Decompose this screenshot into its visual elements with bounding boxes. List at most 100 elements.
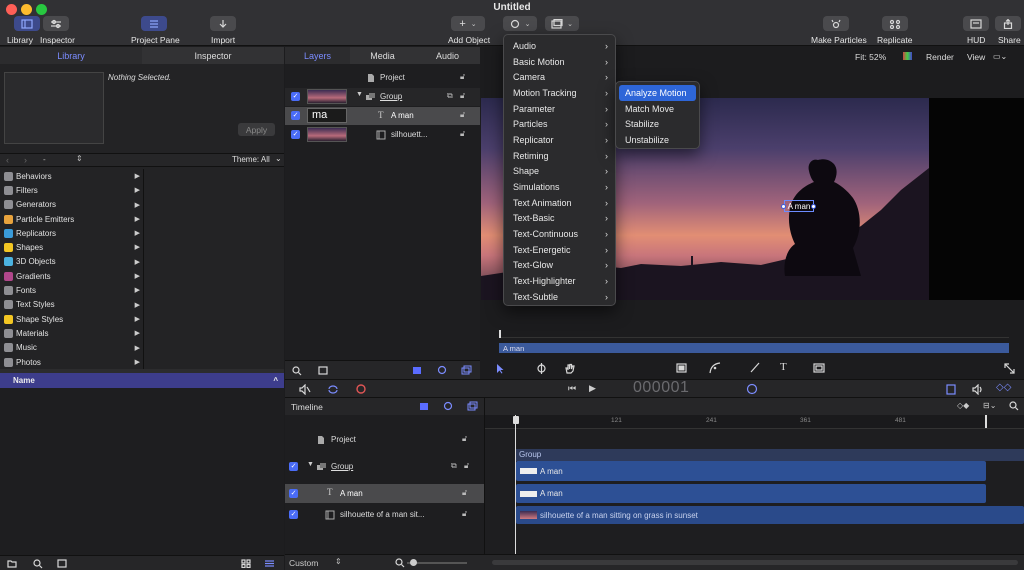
library-category-particle-emitters[interactable]: Particle Emitters ▶	[0, 212, 143, 226]
back-icon[interactable]: ‹	[6, 155, 9, 165]
keyframe-icon[interactable]: ◇◆	[957, 401, 969, 410]
folder-icon[interactable]	[7, 559, 17, 568]
timeline-text-bar-2[interactable]: A man	[516, 484, 986, 503]
library-category-text-styles[interactable]: Text Styles ▶	[0, 298, 143, 312]
library-category-behaviors[interactable]: Behaviors ▶	[0, 169, 143, 183]
mini-timeline-ruler[interactable]	[499, 330, 1009, 338]
stepper-icon[interactable]: ⇕	[335, 557, 342, 566]
menu-item-text-continuous[interactable]: Text-Continuous ›	[504, 226, 615, 242]
lock-icon[interactable]: 🔓︎	[462, 509, 467, 519]
select-arrow-icon[interactable]	[495, 363, 505, 374]
hand-icon[interactable]	[564, 363, 575, 374]
add-object-button[interactable]: + ⌄	[451, 16, 485, 31]
timer-icon[interactable]	[746, 383, 758, 395]
playhead-handle[interactable]	[513, 416, 519, 424]
library-category-materials[interactable]: Materials ▶	[0, 326, 143, 340]
audio-mute-icon[interactable]	[299, 384, 311, 395]
anchor-icon[interactable]	[536, 363, 547, 374]
film-strip-icon[interactable]	[946, 384, 956, 395]
disclosure-triangle-icon[interactable]: ▼	[307, 461, 314, 468]
zoom-out-icon[interactable]	[395, 558, 405, 568]
track-row-text[interactable]: ✓ T A man 🔓︎	[285, 484, 484, 503]
track-row-project[interactable]: Project 🔓︎	[285, 431, 484, 449]
menu-item-retiming[interactable]: Retiming ›	[504, 148, 615, 164]
library-category-photos[interactable]: Photos ▶	[0, 355, 143, 369]
lock-icon[interactable]: 🔓︎	[464, 461, 469, 471]
disclosure-triangle-icon[interactable]: ▼	[356, 91, 363, 98]
make-particles-button[interactable]	[823, 16, 849, 31]
menu-item-text-energetic[interactable]: Text-Energetic ›	[504, 242, 615, 258]
tab-library[interactable]: Library	[0, 47, 142, 64]
zoom-icon[interactable]	[1009, 401, 1019, 411]
zoom-slider-knob[interactable]	[410, 559, 417, 566]
theme-selector[interactable]: Theme: All	[232, 155, 270, 164]
paint-stroke-icon[interactable]	[749, 362, 760, 373]
add-behavior-button[interactable]: ⌄	[503, 16, 537, 31]
name-column-header[interactable]: Name ^	[0, 373, 284, 388]
library-category-filters[interactable]: Filters ▶	[0, 183, 143, 197]
menu-item-basic-motion[interactable]: Basic Motion ›	[504, 54, 615, 70]
checker-icon[interactable]	[419, 402, 429, 411]
lock-icon[interactable]: 🔓︎	[462, 488, 467, 498]
track-row-photo[interactable]: ✓ silhouette of a man sit... 🔓︎	[285, 506, 484, 524]
project-pane-button[interactable]	[141, 16, 167, 31]
render-menu[interactable]: Render	[926, 52, 954, 62]
go-to-start-icon[interactable]: ⏮	[568, 383, 576, 394]
import-button[interactable]	[210, 16, 236, 31]
submenu-item-analyze-motion[interactable]: Analyze Motion	[619, 85, 696, 101]
layer-row-project[interactable]: Project 🔓︎	[285, 69, 480, 87]
layer-row-text[interactable]: ✓ ma T A man 🔓︎	[285, 107, 480, 125]
list-view-icon[interactable]	[264, 559, 275, 568]
search-icon[interactable]	[292, 366, 302, 376]
stack-icon[interactable]	[467, 401, 478, 411]
lock-icon[interactable]: 🔓︎	[460, 129, 465, 139]
replicate-button[interactable]	[882, 16, 908, 31]
library-category-replicators[interactable]: Replicators ▶	[0, 226, 143, 240]
visibility-checkbox[interactable]: ✓	[291, 111, 300, 120]
expand-icon[interactable]	[1004, 363, 1015, 374]
menu-item-replicator[interactable]: Replicator ›	[504, 132, 615, 148]
library-category-gradients[interactable]: Gradients ▶	[0, 269, 143, 283]
timeline-scrollbar[interactable]	[492, 560, 1018, 565]
playhead[interactable]	[499, 330, 501, 338]
record-icon[interactable]	[355, 383, 368, 396]
search-icon[interactable]	[33, 559, 43, 569]
layer-row-group[interactable]: ✓ ▼ Group ⧉ 🔓︎	[285, 88, 480, 106]
submenu-item-match-move[interactable]: Match Move	[616, 101, 699, 117]
library-path[interactable]: -	[43, 155, 46, 164]
apply-button[interactable]: Apply	[238, 123, 275, 136]
add-layer-icon[interactable]	[318, 366, 328, 375]
menu-item-text-animation[interactable]: Text Animation ›	[504, 195, 615, 211]
menu-item-audio[interactable]: Audio ›	[504, 38, 615, 54]
selection-handle[interactable]	[811, 204, 816, 209]
lock-icon[interactable]: 🔓︎	[462, 434, 467, 444]
menu-item-text-subtle[interactable]: Text-Subtle ›	[504, 289, 615, 305]
text-selection-box[interactable]: A man	[784, 200, 814, 212]
lock-icon[interactable]: 🔓︎	[460, 72, 465, 82]
rectangle-icon[interactable]	[676, 363, 687, 373]
visibility-checkbox[interactable]: ✓	[291, 130, 300, 139]
grid-view-icon[interactable]	[241, 559, 251, 568]
out-point-marker[interactable]	[985, 415, 987, 428]
stack-icon[interactable]	[461, 365, 472, 375]
visibility-checkbox[interactable]: ✓	[289, 510, 298, 519]
mask-icon[interactable]: ⧉	[451, 461, 457, 471]
snap-icon[interactable]: ⊟⌄	[983, 401, 996, 410]
checker-icon[interactable]	[412, 366, 422, 375]
menu-item-motion-tracking[interactable]: Motion Tracking ›	[504, 85, 615, 101]
keyframe-nav-icon[interactable]: ◇◇	[996, 382, 1011, 393]
timeline-ruler[interactable]: 1 121 241 361 481	[485, 415, 1024, 429]
view-menu[interactable]: View	[967, 52, 985, 62]
selection-handle[interactable]	[781, 204, 786, 209]
color-channel-icon[interactable]	[903, 52, 912, 60]
visibility-checkbox[interactable]: ✓	[289, 489, 298, 498]
menu-item-text-highlighter[interactable]: Text-Highlighter ›	[504, 273, 615, 289]
inspector-toggle-button[interactable]	[43, 16, 69, 31]
tab-layers[interactable]: Layers	[285, 47, 350, 64]
lock-icon[interactable]: 🔓︎	[460, 91, 465, 101]
add-filter-button[interactable]: ⌄	[545, 16, 579, 31]
visibility-checkbox[interactable]: ✓	[289, 462, 298, 471]
timeline-group-bar[interactable]: Group	[516, 449, 1024, 461]
track-display-selector[interactable]: Custom	[289, 558, 318, 568]
preview-toggle-icon[interactable]	[57, 559, 67, 568]
